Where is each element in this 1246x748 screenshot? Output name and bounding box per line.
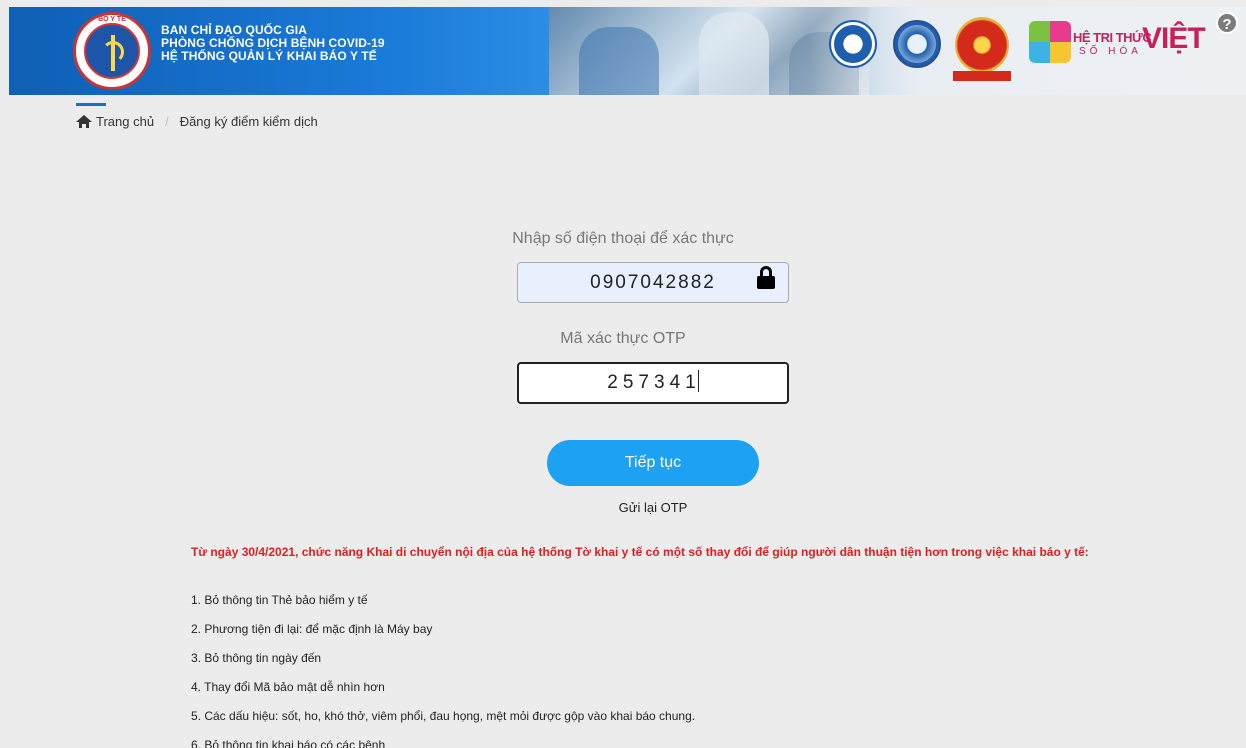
ministry-of-information-logo-icon — [829, 20, 877, 68]
phone-input[interactable]: 0907042882 — [517, 262, 789, 303]
ministry-of-health-seal-icon[interactable]: BỘ Y TẾ — [73, 12, 151, 90]
help-icon[interactable]: ? — [1216, 12, 1238, 34]
notice-item: 5. Các dấu hiệu: sốt, ho, khó thở, viêm … — [191, 709, 696, 723]
header-title-line3: HỆ THỐNG QUẢN LÝ KHAI BÁO Y TẾ — [161, 49, 377, 63]
breadcrumb-accent — [76, 103, 106, 106]
notice-item: 2. Phương tiện đi lại: để mặc định là Má… — [191, 622, 433, 636]
resend-otp-link[interactable]: Gửi lại OTP — [0, 500, 1246, 515]
national-emblem-icon — [953, 17, 1011, 81]
continue-button[interactable]: Tiếp tục — [547, 440, 759, 486]
otp-label: Mã xác thực OTP — [560, 330, 686, 347]
phone-label: Nhập số điện thoại để xác thực — [512, 230, 734, 247]
notice-item: 3. Bỏ thông tin ngày đến — [191, 651, 322, 665]
brand-small-text: HỆ TRI THỨC — [1073, 30, 1152, 45]
otp-input[interactable]: 257341 — [517, 362, 789, 404]
lock-icon — [756, 266, 776, 290]
he-tri-thuc-viet-brand: HỆ TRI THỨC VIỆT SỐ HÓA — [1073, 23, 1223, 63]
site-header: BỘ Y TẾ BAN CHỈ ĐẠO QUỐC GIA PHÒNG CHỐNG… — [9, 7, 1246, 95]
notice-item: 4. Thay đổi Mã bảo mật dễ nhìn hơn — [191, 680, 385, 694]
brand-big-text: VIỆT — [1142, 22, 1206, 55]
he-tri-thuc-flower-logo-icon — [1029, 21, 1071, 63]
breadcrumb-current: Đăng ký điểm kiểm dịch — [179, 114, 318, 129]
notice-item: 1. Bỏ thông tin Thẻ bảo hiểm y tế — [191, 593, 368, 607]
ministry-of-science-logo-icon — [893, 20, 941, 68]
otp-value: 257341 — [607, 372, 701, 393]
seal-text: BỘ Y TẾ — [98, 16, 126, 23]
breadcrumb-home-link[interactable]: Trang chủ — [96, 114, 154, 129]
brand-sub-text: SỐ HÓA — [1079, 46, 1142, 57]
text-caret — [697, 370, 699, 392]
home-icon[interactable] — [76, 114, 92, 129]
notice-heading: Từ ngày 30/4/2021, chức năng Khai di chu… — [191, 545, 1089, 559]
change-notice: Từ ngày 30/4/2021, chức năng Khai di chu… — [191, 544, 1091, 748]
notice-item: 6. Bỏ thông tin khai báo có các bệnh — [191, 738, 386, 748]
breadcrumb-separator: / — [165, 114, 169, 129]
breadcrumb: Trang chủ / Đăng ký điểm kiểm dịch — [76, 114, 318, 129]
header-title: BAN CHỈ ĐẠO QUỐC GIA PHÒNG CHỐNG DỊCH BỆ… — [161, 24, 385, 63]
